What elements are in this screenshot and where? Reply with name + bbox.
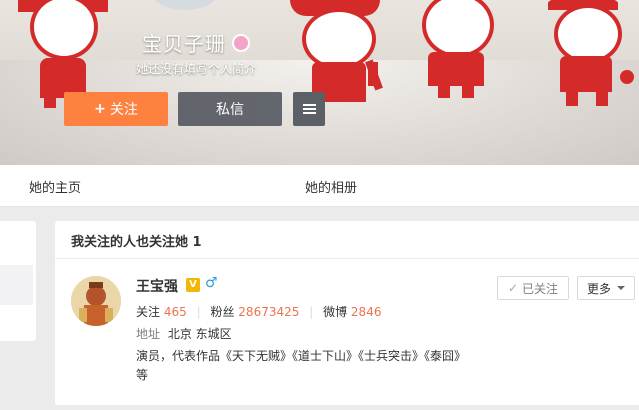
- weibo-label: 微博: [323, 305, 348, 319]
- profile-bio: 她还没有填写个人简介: [136, 62, 257, 76]
- address-label: 地址: [136, 327, 161, 341]
- profile-tabs: 她的主页 她的相册: [0, 165, 639, 207]
- divider: [55, 258, 639, 259]
- tab-albums[interactable]: 她的相册: [305, 177, 357, 196]
- user-description: 演员，代表作品《天下无贼》《道士下山》《士兵突击》《泰囧》等: [136, 349, 467, 382]
- followed-button[interactable]: ✓ 已关注: [497, 276, 569, 300]
- plus-icon: +: [94, 101, 106, 117]
- follow-button-label: 关注: [109, 102, 138, 118]
- user-name[interactable]: 王宝强: [136, 276, 178, 296]
- follow-button[interactable]: + 关注: [64, 92, 168, 126]
- caret-down-icon: [617, 286, 625, 290]
- female-icon: [232, 34, 250, 52]
- sidebar-highlight-item[interactable]: [0, 265, 33, 305]
- fans-count[interactable]: 28673425: [238, 305, 299, 319]
- verified-v-icon: V: [186, 278, 200, 292]
- message-button[interactable]: 私信: [178, 92, 282, 126]
- menu-icon: [302, 104, 316, 114]
- message-button-label: 私信: [216, 102, 244, 118]
- mutual-follow-title: 我关注的人也关注她 1: [71, 235, 202, 250]
- following-count[interactable]: 465: [164, 305, 187, 319]
- user-stats: 关注 465 | 粉丝 28673425 | 微博 2846: [136, 303, 381, 320]
- fans-label: 粉丝: [210, 305, 235, 319]
- stats-divider: |: [196, 305, 201, 319]
- following-label: 关注: [136, 305, 161, 319]
- user-avatar[interactable]: [71, 276, 121, 326]
- address-value: 北京 东城区: [167, 327, 232, 341]
- more-button-label: 更多: [586, 281, 611, 296]
- left-sidebar-card: [0, 221, 36, 341]
- profile-name: 宝贝子珊: [142, 32, 226, 56]
- stats-divider: |: [309, 305, 314, 319]
- male-icon: ♂: [205, 275, 218, 291]
- more-dropdown-button[interactable]: 更多: [577, 276, 635, 300]
- weibo-count[interactable]: 2846: [351, 305, 382, 319]
- tab-home[interactable]: 她的主页: [29, 177, 81, 196]
- more-menu-button[interactable]: [293, 92, 325, 126]
- profile-avatar-edge: [150, 0, 220, 10]
- mutual-follow-card: 我关注的人也关注她 1 王宝强 V ♂ 关注 465 | 粉丝 28673425…: [55, 221, 639, 405]
- user-address: 地址 北京 东城区: [136, 325, 232, 342]
- knot-decoration: [620, 70, 634, 84]
- profile-cover: 宝贝子珊 她还没有填写个人简介 + 关注 私信: [0, 0, 639, 165]
- check-icon: ✓: [507, 281, 519, 295]
- followed-button-label: 已关注: [522, 281, 559, 296]
